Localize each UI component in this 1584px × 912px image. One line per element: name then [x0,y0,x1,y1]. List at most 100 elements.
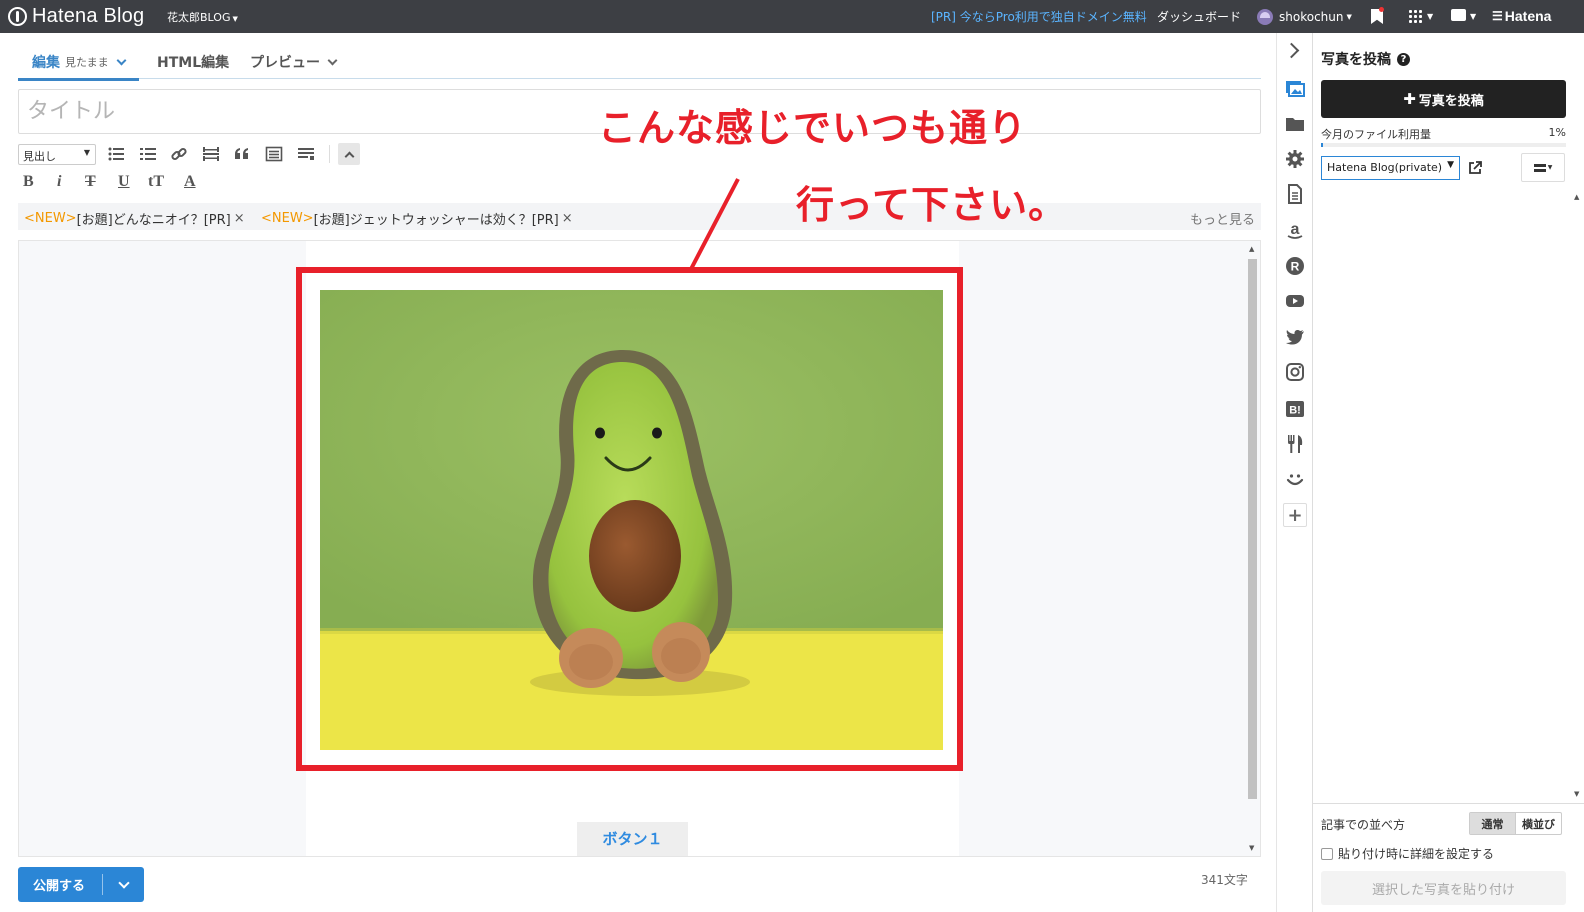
publish-options-dropdown[interactable] [103,876,144,889]
table-of-contents-icon[interactable] [264,144,284,164]
arrange-label: 記事での並べ方 [1321,818,1406,832]
link-icon[interactable] [169,144,189,164]
collapse-toolbar-button[interactable] [338,143,360,165]
photo-source-value: Hatena Blog(private) [1327,161,1443,174]
close-icon[interactable]: × [234,211,245,226]
twitter-icon[interactable] [1284,326,1306,348]
caret-down-icon: ▼ [83,148,90,157]
hatena-menu[interactable]: ☰ Hatena [1492,8,1551,24]
file-usage-label: 今月のファイル利用量 [1321,128,1431,141]
font-color-button[interactable]: A [184,173,196,191]
read-more-icon[interactable] [201,144,221,164]
detail-settings-label: 貼り付け時に詳細を設定する [1338,847,1495,861]
annotation-text-line-1: こんな感じでいつも通り [598,106,1028,150]
scrollbar-thumb[interactable] [1248,259,1257,799]
svg-text:B!: B! [1289,405,1301,417]
panel-footer: 記事での並べ方 通常 横並び 貼り付け時に詳細を設定する 選択した写真を貼り付け [1313,803,1584,912]
close-icon[interactable]: × [562,211,573,226]
heading-select-value: 見出し [23,150,56,163]
post-photo-button[interactable]: ✚ 写真を投稿 [1321,80,1566,118]
topics-more-link[interactable]: もっと見る [1190,209,1255,228]
scroll-down-icon[interactable]: ▼ [1574,790,1579,798]
hatena-blog-logo[interactable]: Hatena Blog [8,5,144,27]
photo-icon[interactable] [1284,77,1306,99]
publish-button[interactable]: 公開する [18,867,144,902]
toolbar-divider [329,145,330,163]
folder-icon[interactable] [1284,113,1306,135]
topic-item[interactable]: <NEW> [お題]どんなニオイ？[PR] × [24,209,245,228]
caret-down-icon: ▼ [232,15,238,23]
numbered-list-icon[interactable] [138,144,158,164]
photo-source-select[interactable]: Hatena Blog(private) ▼ [1321,156,1460,180]
blog-name: 花太郎BLOG [167,11,231,24]
tab-preview-label: プレビュー [250,55,320,71]
smile-icon[interactable] [1284,468,1306,490]
topic-item[interactable]: <NEW> [お題]ジェットウォッシャーは効く？[PR] × [261,209,573,228]
editor-mode-tabs: 編集 見たまま HTML編集 プレビュー [18,46,1261,81]
file-usage-percent: 1% [1548,126,1566,139]
arrange-normal-option[interactable]: 通常 [1470,813,1516,834]
arrange-side-by-side-option[interactable]: 横並び [1516,813,1561,834]
chevron-up-icon [344,151,354,161]
top-navigation-bar: Hatena Blog 花太郎BLOG ▼ [PR] 今ならPro利用で独自ドメイ… [0,0,1584,33]
hatena-icon: ☰ [1492,9,1503,23]
bold-button[interactable]: B [23,173,34,191]
scroll-up-icon[interactable]: ▲ [1574,193,1579,201]
character-count: 341文字 [1201,873,1248,887]
restaurant-icon[interactable] [1284,433,1306,455]
help-icon[interactable]: ? [1397,52,1410,66]
button-1[interactable]: ボタン１ [577,822,688,856]
quote-icon[interactable] [232,144,252,164]
youtube-icon[interactable] [1284,290,1306,312]
username: shokochun [1279,9,1344,24]
caret-down-icon: ▼ [1470,12,1477,21]
pr-link[interactable]: [PR] 今ならPro利用で独自ドメイン無料 [931,0,1147,33]
detail-settings-checkbox[interactable]: 貼り付け時に詳細を設定する [1321,845,1494,862]
paste-selected-photos-button[interactable]: 選択した写真を貼り付け [1321,871,1566,905]
annotation-text-line-2: 行って下さい。 [796,183,1068,227]
font-size-button[interactable]: tT [148,173,164,191]
tab-html-edit[interactable]: HTML編集 [157,52,229,72]
annotation-highlight-frame [296,267,963,771]
instagram-icon[interactable] [1284,361,1306,383]
scroll-up-icon[interactable]: ▲ [1249,245,1254,253]
publish-label: 公開する [33,879,86,894]
heading-select[interactable]: 見出し ▼ [18,144,96,165]
caret-down-icon: ▼ [1346,12,1352,21]
checkbox[interactable] [1321,847,1333,860]
external-link-icon[interactable] [1467,160,1483,176]
scroll-down-icon[interactable]: ▼ [1249,844,1254,852]
dashboard-link[interactable]: ダッシュボード [1157,0,1241,33]
tab-edit-mode: 見たまま [65,56,109,69]
topic-new-badge: <NEW> [261,211,314,226]
tab-edit[interactable]: 編集 見たまま [18,52,139,81]
text-align-icon[interactable] [296,144,316,164]
bullet-list-icon[interactable] [106,144,126,164]
content-scrollbar[interactable]: ▲ ▼ [1246,245,1258,855]
hatena-label: Hatena [1504,8,1552,24]
annotation-pointer-line [688,178,740,272]
rakuten-icon[interactable]: R [1284,255,1306,277]
document-icon[interactable] [1284,183,1306,205]
gear-icon[interactable] [1284,148,1306,170]
hatena-bookmark-icon[interactable]: B! [1284,398,1306,420]
comment-icon[interactable] [1451,9,1466,21]
panel-title-text: 写真を投稿 [1321,52,1391,68]
panel-scrollbar[interactable]: ▲ ▼ [1574,193,1582,798]
apps-grid-icon[interactable] [1408,9,1422,23]
strikethrough-button[interactable]: T [85,173,96,191]
svg-text:R: R [1291,260,1300,274]
add-service-button[interactable]: + [1283,503,1307,527]
caret-down-icon: ▼ [1447,160,1454,170]
amazon-icon[interactable]: a [1284,219,1306,241]
italic-button[interactable]: i [57,173,61,191]
tab-edit-label: 編集 [32,55,60,71]
tab-preview[interactable]: プレビュー [250,52,338,72]
sidebar-icon-rail: a R B! + [1276,33,1312,912]
view-mode-toggle[interactable]: ▼ [1521,153,1565,182]
plus-icon: + [1287,504,1303,526]
chevron-down-icon [327,55,338,65]
underline-button[interactable]: U [118,173,130,191]
blog-switcher[interactable]: 花太郎BLOG ▼ [167,9,238,25]
user-menu[interactable]: shokochun ▼ [1257,0,1352,33]
